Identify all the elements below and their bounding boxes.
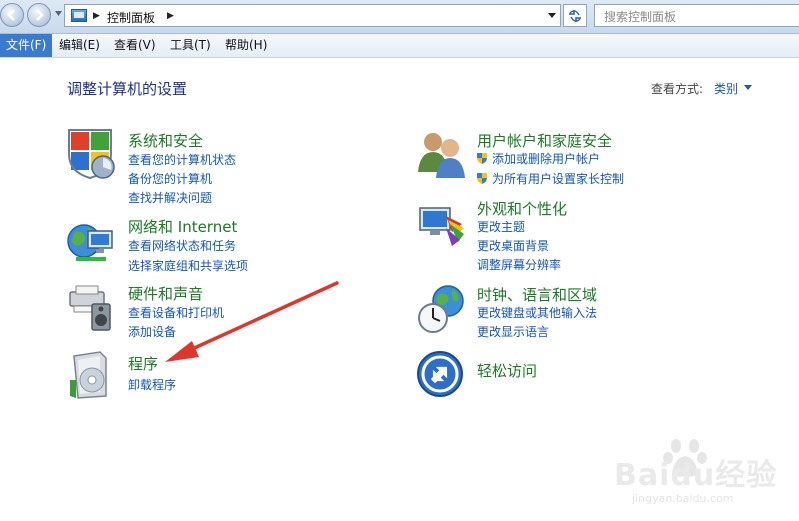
watermark-url: jingyan.baidu.com <box>632 492 734 505</box>
watermark-brand: Baidu经验 <box>614 458 778 493</box>
baidu-watermark: Baidu经验 jingyan.baidu.com <box>612 439 792 510</box>
